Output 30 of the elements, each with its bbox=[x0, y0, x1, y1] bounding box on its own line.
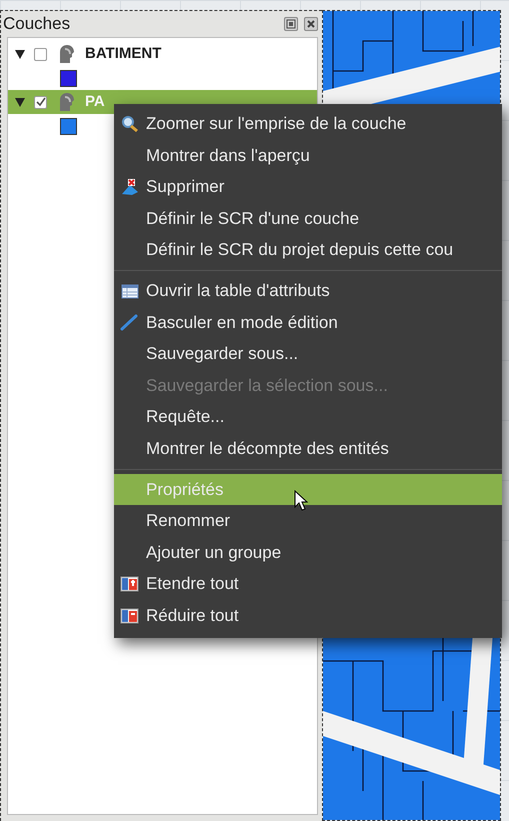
close-button[interactable] bbox=[304, 17, 318, 31]
expand-arrow-icon[interactable] bbox=[14, 48, 26, 60]
pencil-icon bbox=[120, 313, 140, 332]
float-button[interactable] bbox=[284, 17, 298, 31]
menu-item[interactable]: Supprimer bbox=[114, 171, 502, 203]
panel-title: Couches bbox=[3, 13, 72, 36]
menu-item[interactable]: Ouvrir la table d'attributs bbox=[114, 274, 502, 307]
layer-name: BATIMENT bbox=[85, 44, 162, 64]
menu-item[interactable]: Sauvegarder sous... bbox=[114, 338, 502, 370]
layer-checkbox[interactable] bbox=[34, 48, 47, 60]
remove-layer-icon bbox=[120, 178, 140, 196]
menu-item[interactable]: Montrer le décompte des entités bbox=[114, 432, 502, 465]
menu-item[interactable]: Réduire tout bbox=[114, 600, 502, 632]
menu-item[interactable]: Définir le SCR d'une couche bbox=[114, 202, 502, 234]
menu-item[interactable]: Définir le SCR du projet depuis cette cou bbox=[114, 234, 502, 266]
menu-item[interactable]: Renommer bbox=[114, 505, 502, 537]
zoom-icon bbox=[120, 114, 140, 133]
table-icon bbox=[120, 282, 140, 300]
layer-row[interactable]: BATIMENT bbox=[8, 42, 317, 66]
menu-item[interactable]: Ajouter un groupe bbox=[114, 536, 502, 568]
menu-item[interactable]: Etendre tout bbox=[114, 568, 502, 600]
collapse-all-icon bbox=[120, 606, 140, 625]
menu-item[interactable]: Requête... bbox=[114, 401, 502, 433]
layer-name: PA bbox=[85, 92, 105, 112]
menu-item[interactable]: Montrer dans l'aperçu bbox=[114, 140, 502, 172]
layer-checkbox[interactable] bbox=[34, 96, 47, 108]
cursor-icon bbox=[294, 490, 308, 512]
expand-all-icon bbox=[120, 575, 140, 594]
expand-arrow-icon[interactable] bbox=[14, 96, 26, 108]
menu-item[interactable]: Basculer en mode édition bbox=[114, 306, 502, 338]
